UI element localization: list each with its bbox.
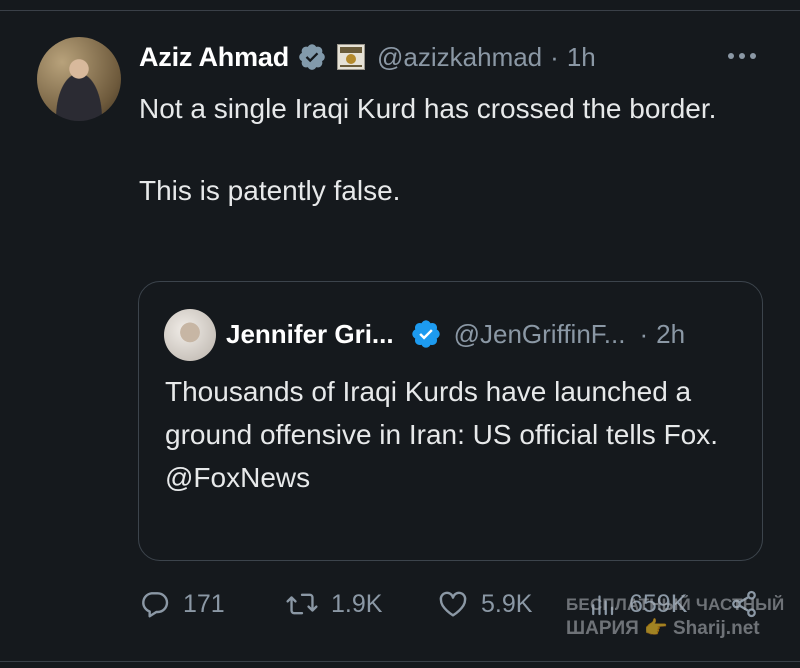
heart-icon xyxy=(439,591,467,617)
author-avatar[interactable] xyxy=(37,37,121,121)
quoted-tweet-text: Thousands of Iraqi Kurds have launched a… xyxy=(165,370,745,499)
quoted-text-paragraph: Thousands of Iraqi Kurds have launched a… xyxy=(165,376,719,450)
quoted-tweet-card[interactable]: Jennifer Gri... @JenGriffinF... · 2h Tho… xyxy=(138,281,763,561)
bottom-divider xyxy=(0,661,800,662)
retweet-icon xyxy=(286,593,318,615)
reply-count: 171 xyxy=(183,589,225,618)
reply-button[interactable]: 171 xyxy=(139,588,225,620)
quoted-tweet-timestamp[interactable]: 2h xyxy=(656,319,685,350)
tweet-text: Not a single Iraqi Kurd has crossed the … xyxy=(139,88,759,211)
retweet-button[interactable]: 1.9K xyxy=(285,588,382,620)
quoted-author-handle[interactable]: @JenGriffinF... xyxy=(454,319,626,350)
verified-badge-blue-icon xyxy=(410,318,442,350)
like-button[interactable]: 5.9K xyxy=(437,588,532,620)
tweet-text-paragraph: Not a single Iraqi Kurd has crossed the … xyxy=(139,93,717,124)
watermark-line: БЕСПЛАТНЫЙ ЧАСТНЫЙ xyxy=(566,595,785,614)
separator-dot: · xyxy=(550,41,559,72)
quoted-tweet-header: Jennifer Gri... @JenGriffinF... · 2h xyxy=(226,316,685,352)
author-name[interactable]: Aziz Ahmad xyxy=(139,42,289,73)
retweet-count: 1.9K xyxy=(331,589,383,618)
separator-dot: · xyxy=(639,318,649,349)
quoted-author-avatar[interactable] xyxy=(164,309,216,361)
more-options-icon[interactable] xyxy=(728,46,764,66)
channel-watermark: БЕСПЛАТНЫЙ ЧАСТНЫЙ ШАРИЯ 👉 Sharij.net xyxy=(566,595,788,640)
quoted-author-name[interactable]: Jennifer Gri... xyxy=(226,319,394,350)
tweet-header: Aziz Ahmad @azizkahmad · 1h xyxy=(139,40,596,74)
kurdistan-flag-icon xyxy=(337,44,366,70)
tweet-timestamp[interactable]: 1h xyxy=(567,42,596,73)
reply-icon xyxy=(142,592,169,618)
like-count: 5.9K xyxy=(481,589,533,618)
verified-badge-gray-icon xyxy=(297,42,327,72)
quoted-text-mention[interactable]: @FoxNews xyxy=(165,456,745,499)
tweet-text-paragraph: This is patently false. xyxy=(139,175,401,206)
watermark-line: ШАРИЯ 👉 Sharij.net xyxy=(566,617,760,639)
top-divider xyxy=(0,10,800,11)
author-handle[interactable]: @azizkahmad xyxy=(377,42,542,73)
